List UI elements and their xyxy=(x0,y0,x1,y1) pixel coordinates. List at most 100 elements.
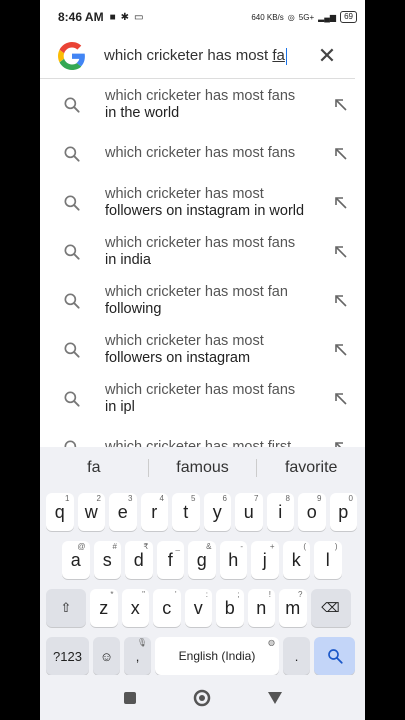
suggestion-item[interactable]: which cricketer has most fans in ipl xyxy=(40,374,365,423)
query-composing: fa xyxy=(272,47,285,65)
key-y[interactable]: y6 xyxy=(203,493,231,531)
search-icon xyxy=(64,146,80,162)
key-label: p xyxy=(338,501,349,522)
key-alt-label: 5 xyxy=(191,494,196,503)
suggestion-line-1: which cricketer has most fans xyxy=(105,87,296,104)
suggestion-item[interactable]: which cricketer has most fan following xyxy=(40,276,365,325)
key-c[interactable]: c ' xyxy=(153,589,181,627)
net-speed: 640 KB/s xyxy=(251,12,284,22)
key-alt-label: 1 xyxy=(65,494,70,503)
key-p[interactable]: p0 xyxy=(329,493,357,531)
key-alt-label: 8 xyxy=(285,494,290,503)
key-label: r xyxy=(151,501,158,522)
back-icon[interactable] xyxy=(267,691,283,705)
navigation-bar xyxy=(40,675,365,720)
suggestion-line-2: in india xyxy=(105,251,151,268)
key-m[interactable]: m? xyxy=(279,589,307,627)
key-v[interactable]: v: xyxy=(184,589,212,627)
status-bar: 8:46 AM ■ ✱ ▭ 640 KB/s ◎ 5G+ ▂▄▆ 69 xyxy=(40,0,365,34)
suggestion-item[interactable]: which cricketer has most followers on ins… xyxy=(40,178,365,227)
home-icon[interactable] xyxy=(193,689,211,707)
shift-icon: ⇧ xyxy=(60,600,72,615)
fill-query-arrow-icon[interactable] xyxy=(333,440,349,448)
key-label: i xyxy=(278,501,283,522)
symbols-key[interactable]: ?123 xyxy=(46,637,89,675)
key-alt-label: : xyxy=(205,590,208,599)
prediction-1[interactable]: fa xyxy=(40,459,148,477)
search-key[interactable] xyxy=(314,637,355,675)
suggestion-item[interactable]: which cricketer has most fans xyxy=(40,129,365,178)
key-g[interactable]: g & xyxy=(188,541,216,579)
key-alt-label: 3 xyxy=(128,494,133,503)
comma-key[interactable]: , 🎙 xyxy=(124,637,151,675)
suggestion-list: which cricketer has most fans in the worl… xyxy=(40,80,365,447)
key-k[interactable]: k( xyxy=(282,541,310,579)
key-label: c xyxy=(162,597,172,618)
backspace-key[interactable]: ⌫ xyxy=(310,589,351,627)
key-label: l xyxy=(325,549,330,570)
key-t[interactable]: t5 xyxy=(172,493,200,531)
fill-query-arrow-icon[interactable] xyxy=(333,342,349,358)
key-alt-label: + xyxy=(269,542,275,551)
status-time: 8:46 AM xyxy=(58,10,104,24)
shift-key[interactable]: ⇧ xyxy=(46,589,86,627)
key-u[interactable]: u7 xyxy=(235,493,263,531)
key-i[interactable]: i8 xyxy=(266,493,294,531)
key-x[interactable]: x " xyxy=(121,589,149,627)
video-icon: ■ xyxy=(109,11,116,23)
suggestion-item[interactable]: which cricketer has most first xyxy=(40,423,365,447)
key-b[interactable]: b; xyxy=(216,589,244,627)
battery-icon: 69 xyxy=(340,11,357,23)
hotspot-icon: ◎ xyxy=(287,12,295,22)
key-label: y xyxy=(212,501,222,522)
prediction-3[interactable]: favorite xyxy=(257,459,365,477)
key-n[interactable]: n! xyxy=(247,589,275,627)
status-right: 640 KB/s ◎ 5G+ ▂▄▆ 69 xyxy=(251,11,357,23)
key-l[interactable]: l) xyxy=(314,541,342,579)
prediction-2[interactable]: famous xyxy=(149,459,257,477)
key-j[interactable]: j + xyxy=(251,541,279,579)
search-input[interactable]: which cricketer has most fa xyxy=(104,47,315,65)
key-h[interactable]: h- xyxy=(219,541,247,579)
key-s[interactable]: s # xyxy=(93,541,121,579)
status-icons: ■ ✱ ▭ xyxy=(110,12,144,23)
suggestion-line-1: which cricketer has most fans xyxy=(105,381,296,398)
space-key[interactable]: English (India) ◍ xyxy=(155,637,279,675)
key-f[interactable]: f _ xyxy=(156,541,184,579)
emoji-key[interactable]: ☺ xyxy=(93,637,120,675)
suggestion-line-1: which cricketer has most first xyxy=(105,439,292,447)
search-icon xyxy=(64,195,80,211)
settings-icon: ✱ xyxy=(120,11,130,23)
key-alt-label: ! xyxy=(268,590,271,599)
period-key[interactable]: . xyxy=(283,637,310,675)
fill-query-arrow-icon[interactable] xyxy=(333,97,349,113)
key-z[interactable]: z * xyxy=(90,589,118,627)
key-d[interactable]: d ₹ xyxy=(125,541,153,579)
key-alt-label: # xyxy=(112,542,117,551)
key-row-1: q1w2e3r4t5y6u7i8o9p0 xyxy=(46,493,361,531)
prediction-bar: fa famous favorite xyxy=(40,447,365,489)
suggestion-line-1: which cricketer has most fan xyxy=(105,283,288,300)
key-e[interactable]: e3 xyxy=(109,493,137,531)
network-type: 5G+ xyxy=(298,12,315,22)
key-alt-label: 4 xyxy=(159,494,164,503)
key-q[interactable]: q1 xyxy=(46,493,74,531)
recents-icon[interactable] xyxy=(123,691,137,705)
key-o[interactable]: o9 xyxy=(298,493,326,531)
key-alt-label: * xyxy=(110,590,114,599)
fill-query-arrow-icon[interactable] xyxy=(333,244,349,260)
suggestion-item[interactable]: which cricketer has most fans in the worl… xyxy=(40,80,365,129)
search-bar[interactable]: which cricketer has most fa ✕ xyxy=(40,34,355,79)
suggestion-item[interactable]: which cricketer has most fans in india xyxy=(40,227,365,276)
key-r[interactable]: r4 xyxy=(140,493,168,531)
fill-query-arrow-icon[interactable] xyxy=(333,146,349,162)
key-a[interactable]: a @ xyxy=(62,541,90,579)
fill-query-arrow-icon[interactable] xyxy=(333,293,349,309)
keyboard-icon: ▭ xyxy=(134,11,144,23)
key-w[interactable]: w2 xyxy=(77,493,105,531)
close-icon[interactable]: ✕ xyxy=(315,43,339,69)
suggestion-item[interactable]: which cricketer has most followers on ins… xyxy=(40,325,365,374)
fill-query-arrow-icon[interactable] xyxy=(333,391,349,407)
suggestion-text: which cricketer has most fans in the worl… xyxy=(105,88,333,122)
fill-query-arrow-icon[interactable] xyxy=(333,195,349,211)
